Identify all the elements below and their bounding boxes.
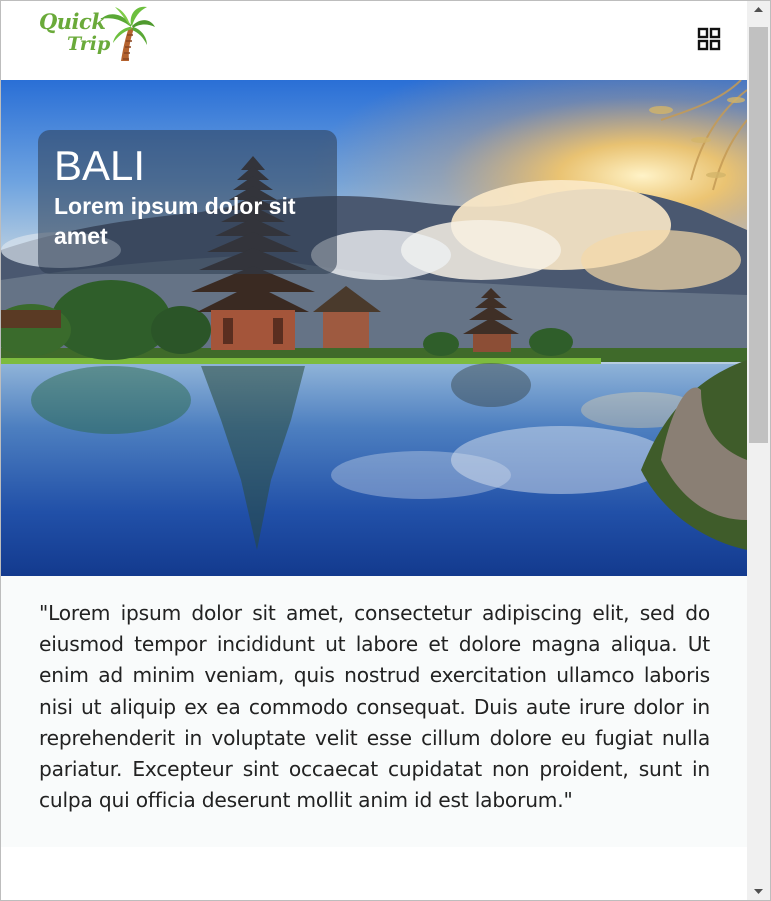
description-section: "Lorem ipsum dolor sit amet, consectetur… — [1, 576, 747, 847]
vertical-scrollbar[interactable] — [747, 1, 770, 900]
scroll-up-arrow-icon[interactable] — [747, 1, 770, 19]
hero-subtitle: Lorem ipsum dolor sit amet — [54, 193, 296, 249]
logo-word-quick: Quick — [39, 9, 106, 34]
scroll-down-arrow-icon[interactable] — [747, 882, 770, 900]
palm-tree-icon — [101, 6, 155, 61]
grid-menu-icon — [697, 27, 721, 51]
page-continuation — [1, 847, 747, 900]
quicktrip-logo[interactable]: Quick Trip — [37, 5, 155, 67]
browser-viewport: Quick Trip BALI Lorem ipsum dolor sit am… — [0, 0, 771, 901]
hero-title: BALI — [54, 142, 146, 189]
hero-banner: BALI Lorem ipsum dolor sit amet — [1, 80, 747, 576]
hero-caption-card: BALI Lorem ipsum dolor sit amet — [38, 130, 337, 274]
scrollbar-thumb[interactable] — [749, 27, 768, 443]
site-header: Quick Trip — [1, 1, 747, 80]
menu-button[interactable] — [697, 27, 721, 51]
description-paragraph: "Lorem ipsum dolor sit amet, consectetur… — [39, 601, 710, 813]
